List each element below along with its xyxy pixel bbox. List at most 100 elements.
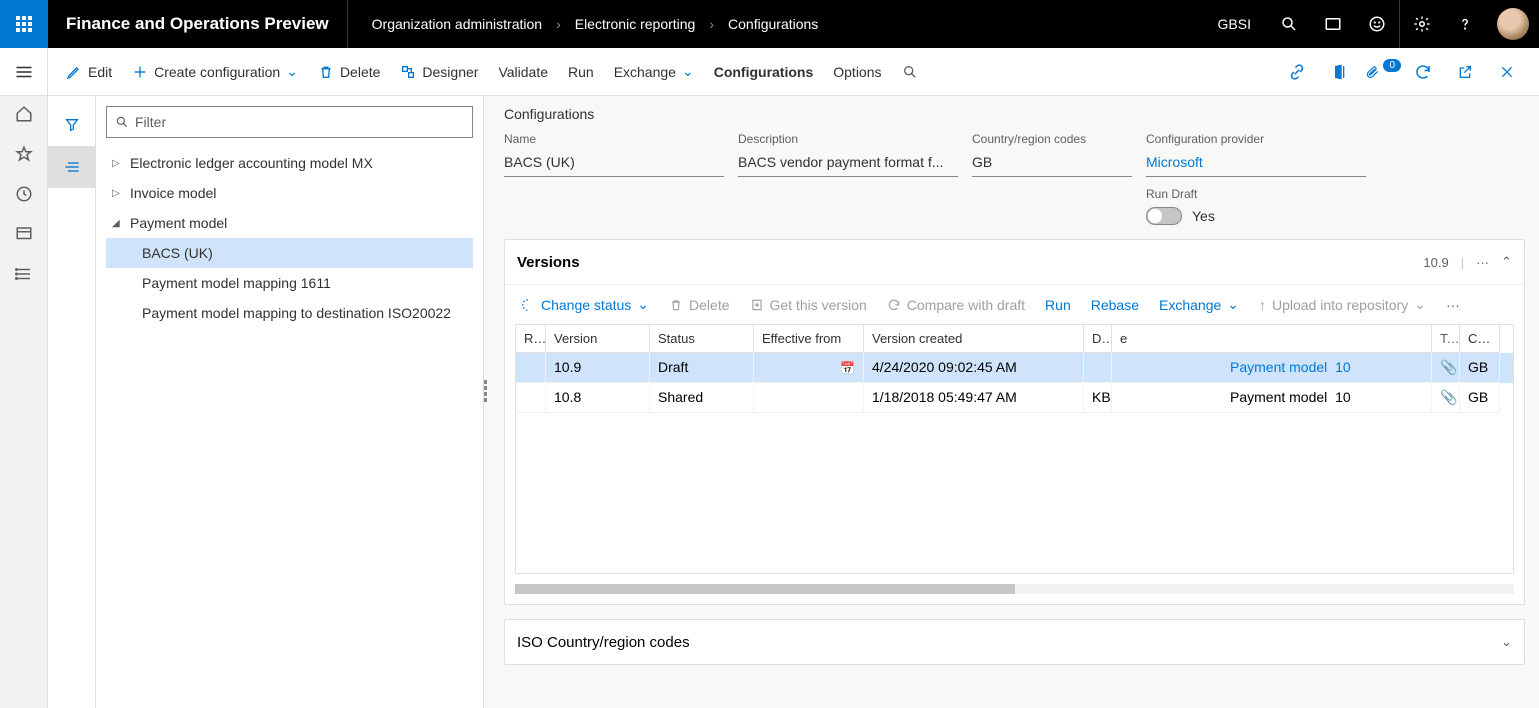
smiley-icon[interactable] bbox=[1355, 0, 1399, 48]
breadcrumb-item[interactable]: Configurations bbox=[728, 16, 818, 32]
col-cc[interactable]: Co... bbox=[1460, 325, 1500, 353]
tree-node[interactable]: ◢Payment model bbox=[106, 208, 473, 238]
filter-funnel-icon[interactable] bbox=[48, 104, 96, 146]
base-version-link[interactable]: 10 bbox=[1335, 359, 1351, 375]
rebase-button[interactable]: Rebase bbox=[1083, 297, 1147, 313]
version-delete-button[interactable]: Delete bbox=[661, 297, 737, 313]
delete-button[interactable]: Delete bbox=[308, 48, 390, 96]
paperclip-icon[interactable]: 📎 bbox=[1440, 389, 1457, 405]
progress-icon bbox=[521, 298, 535, 312]
options-button[interactable]: Options bbox=[823, 48, 891, 96]
chevron-down-icon[interactable]: ⌄ bbox=[1501, 634, 1512, 650]
edit-button[interactable]: Edit bbox=[56, 48, 122, 96]
link-icon[interactable] bbox=[1281, 63, 1313, 81]
compare-draft-button[interactable]: Compare with draft bbox=[879, 297, 1033, 313]
more-icon[interactable]: ··· bbox=[1476, 255, 1489, 270]
more-actions-button[interactable]: ··· bbox=[1438, 297, 1468, 313]
tree-node-selected[interactable]: BACS (UK) bbox=[106, 238, 473, 268]
designer-icon bbox=[400, 64, 416, 80]
tree-node[interactable]: Payment model mapping 1611 bbox=[106, 268, 473, 298]
breadcrumb-item[interactable]: Organization administration bbox=[372, 16, 542, 32]
trash-icon bbox=[318, 64, 334, 80]
get-version-button[interactable]: Get this version bbox=[742, 297, 875, 313]
home-icon[interactable] bbox=[14, 104, 34, 124]
tree-node[interactable]: Payment model mapping to destination ISO… bbox=[106, 298, 473, 328]
breadcrumb-item[interactable]: Electronic reporting bbox=[575, 16, 696, 32]
name-value[interactable]: BACS (UK) bbox=[504, 150, 724, 177]
recent-icon[interactable] bbox=[14, 184, 34, 204]
col-created[interactable]: Version created bbox=[864, 325, 1084, 353]
validate-button[interactable]: Validate bbox=[488, 48, 558, 96]
designer-button[interactable]: Designer bbox=[390, 48, 488, 96]
field-label: Description bbox=[738, 132, 958, 146]
section-heading: Configurations bbox=[504, 106, 1525, 122]
tree-node[interactable]: ▷Invoice model bbox=[106, 178, 473, 208]
run-button[interactable]: Run bbox=[558, 48, 604, 96]
app-launcher[interactable] bbox=[0, 0, 48, 48]
create-configuration-button[interactable]: Create configuration ⌄ bbox=[122, 48, 308, 96]
configurations-tab[interactable]: Configurations bbox=[704, 48, 824, 96]
col-desc[interactable]: Des... bbox=[1084, 325, 1112, 353]
col-r[interactable]: R... bbox=[516, 325, 546, 353]
favorite-icon[interactable] bbox=[14, 144, 34, 164]
main-content: Configurations Name BACS (UK) Descriptio… bbox=[484, 96, 1539, 708]
global-header: Finance and Operations Preview Organizat… bbox=[0, 0, 1539, 48]
splitter-handle[interactable] bbox=[484, 380, 490, 420]
caret-right-icon: ▷ bbox=[112, 158, 122, 169]
provider-field: Configuration provider Microsoft Run Dra… bbox=[1146, 132, 1366, 225]
workspaces-icon[interactable] bbox=[14, 224, 34, 244]
office-icon[interactable] bbox=[1323, 63, 1355, 81]
avatar[interactable] bbox=[1497, 8, 1529, 40]
search-icon[interactable] bbox=[1267, 0, 1311, 48]
iso-header[interactable]: ISO Country/region codes ⌄ bbox=[505, 620, 1524, 664]
rundraft-label: Run Draft bbox=[1146, 187, 1366, 201]
gear-icon[interactable] bbox=[1399, 0, 1443, 48]
nav-toggle[interactable] bbox=[0, 48, 48, 95]
version-exchange-button[interactable]: Exchange ⌄ bbox=[1151, 296, 1247, 313]
provider-value[interactable]: Microsoft bbox=[1146, 150, 1366, 177]
help-icon[interactable] bbox=[1443, 0, 1487, 48]
chevron-up-icon[interactable]: ⌃ bbox=[1501, 254, 1512, 270]
tree-node[interactable]: ▷Electronic ledger accounting model MX bbox=[106, 148, 473, 178]
versions-header-right: 10.9 | ··· ⌃ bbox=[1423, 254, 1512, 270]
grid-header-row: R... Version Status Effective from Versi… bbox=[516, 325, 1513, 353]
list-view-icon[interactable] bbox=[48, 146, 96, 188]
grid-row[interactable]: 10.8 Shared 1/18/2018 05:49:47 AM KB4...… bbox=[516, 383, 1513, 413]
paperclip-icon[interactable]: 📎 bbox=[1440, 359, 1457, 375]
description-value[interactable]: BACS vendor payment format f... bbox=[738, 150, 958, 177]
base-link[interactable]: Payment model bbox=[1120, 359, 1327, 375]
search-icon bbox=[115, 115, 129, 129]
versions-title: Versions bbox=[517, 254, 580, 271]
attach-icon[interactable]: 0 bbox=[1365, 63, 1397, 81]
rundraft-value: Yes bbox=[1192, 208, 1215, 224]
col-version[interactable]: Version bbox=[546, 325, 650, 353]
horizontal-scrollbar[interactable] bbox=[515, 584, 1514, 594]
close-icon[interactable] bbox=[1491, 64, 1523, 80]
caret-right-icon: ▷ bbox=[112, 188, 122, 199]
versions-header[interactable]: Versions 10.9 | ··· ⌃ bbox=[505, 240, 1524, 284]
change-status-button[interactable]: Change status ⌄ bbox=[513, 296, 657, 313]
exchange-button[interactable]: Exchange ⌄ bbox=[604, 48, 704, 96]
waffle-icon bbox=[16, 16, 32, 32]
tree-pane: Filter ▷Electronic ledger accounting mod… bbox=[96, 96, 484, 708]
page-body: Filter ▷Electronic ledger accounting mod… bbox=[0, 96, 1539, 708]
versions-grid: R... Version Status Effective from Versi… bbox=[515, 324, 1514, 574]
refresh-icon[interactable] bbox=[1407, 63, 1439, 81]
company-code[interactable]: GBSI bbox=[1218, 16, 1267, 32]
upload-repository-button[interactable]: ↑ Upload into repository ⌄ bbox=[1251, 296, 1434, 313]
col-base[interactable]: e bbox=[1112, 325, 1432, 353]
col-status[interactable]: Status bbox=[650, 325, 754, 353]
filter-input[interactable]: Filter bbox=[106, 106, 473, 138]
calendar-icon[interactable]: 📅 bbox=[840, 361, 855, 375]
search-action[interactable] bbox=[892, 48, 928, 96]
messages-icon[interactable] bbox=[1311, 0, 1355, 48]
col-effective[interactable]: Effective from bbox=[754, 325, 864, 353]
popout-icon[interactable] bbox=[1449, 64, 1481, 80]
col-att[interactable]: T... bbox=[1432, 325, 1460, 353]
config-tree: ▷Electronic ledger accounting model MX ▷… bbox=[106, 148, 473, 328]
country-codes-value[interactable]: GB bbox=[972, 150, 1132, 177]
rundraft-toggle[interactable] bbox=[1146, 207, 1182, 225]
grid-row-selected[interactable]: 10.9 Draft 📅 4/24/2020 09:02:45 AM Payme… bbox=[516, 353, 1513, 383]
version-run-button[interactable]: Run bbox=[1037, 297, 1079, 313]
modules-icon[interactable] bbox=[14, 264, 34, 284]
